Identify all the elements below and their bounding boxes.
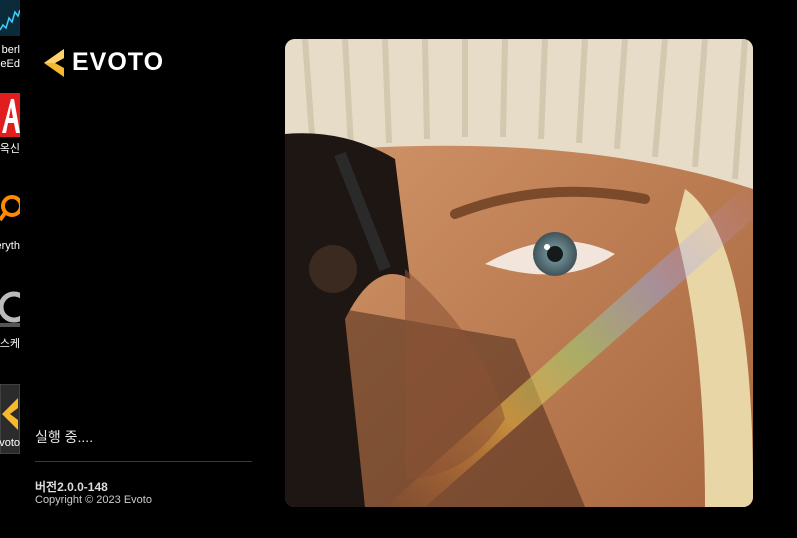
- copyright-text: Copyright © 2023 Evoto: [35, 494, 152, 506]
- photoscape-icon-label: 스케: [0, 338, 20, 350]
- app-icon-2-label: 옥신: [0, 143, 20, 155]
- loading-status: 실행 중....: [35, 429, 94, 445]
- app-icon-1-label-line1: berl: [1, 44, 20, 56]
- app-icon-1-label-line2: eEd: [0, 58, 20, 70]
- app-icon-1[interactable]: berl eEd: [0, 0, 20, 70]
- desktop-icons-strip: berl eEd 옥신 eryth 스케 Evoto: [0, 0, 20, 538]
- photoscape-logo-icon: [0, 291, 20, 327]
- red-a-icon: [0, 93, 20, 137]
- chart-app-icon: [0, 0, 20, 36]
- evoto-desktop-icon-label: Evoto: [0, 437, 20, 449]
- brand-name: EVOTO: [72, 48, 165, 76]
- evoto-desktop-icon[interactable]: Evoto: [0, 384, 20, 454]
- divider: [35, 461, 252, 462]
- magnifier-icon: [0, 195, 20, 222]
- version-text: 버전2.0.0-148: [35, 480, 108, 494]
- app-icon-2[interactable]: 옥신: [0, 93, 20, 155]
- photoscape-icon[interactable]: 스케: [0, 287, 20, 350]
- everything-icon[interactable]: eryth: [0, 190, 20, 252]
- evoto-logo: EVOTO: [44, 48, 164, 77]
- hero-portrait-image: [285, 39, 753, 507]
- evoto-mark-icon: [44, 48, 64, 77]
- everything-icon-label: eryth: [0, 240, 20, 252]
